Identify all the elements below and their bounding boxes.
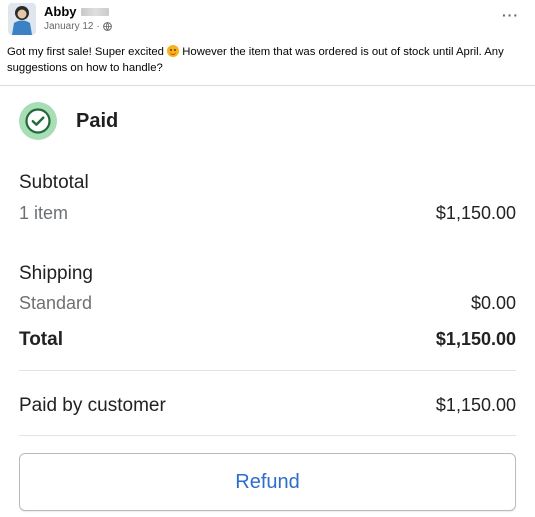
globe-icon	[102, 22, 112, 31]
shipping-amount: $0.00	[470, 293, 516, 313]
shipping-row: Standard $0.00	[19, 293, 516, 314]
subtotal-amount: $1,150.00	[435, 203, 516, 223]
paid-by-customer-label: Paid by customer	[19, 395, 166, 416]
post-date[interactable]: January 12	[44, 21, 93, 32]
payment-status: Paid	[19, 102, 118, 140]
check-circle-icon	[19, 102, 57, 140]
divider	[19, 370, 516, 371]
post-text-part-1: Got my first sale! Super excited	[7, 46, 168, 58]
item-count: 1 item	[19, 203, 69, 223]
more-icon[interactable]: ···	[502, 8, 519, 22]
meta-separator: ·	[96, 21, 100, 32]
author-label[interactable]: Abby	[44, 4, 77, 19]
divider	[19, 435, 516, 436]
total-label: Total	[19, 329, 63, 350]
post-text: Got my first sale! Super excited However…	[7, 44, 527, 76]
blurred-surname	[80, 7, 109, 16]
paid-amount: $1,150.00	[435, 395, 516, 415]
subtotal-row: 1 item $1,150.00	[19, 203, 516, 224]
total-row: Total $1,150.00	[19, 329, 516, 351]
status-label: Paid	[76, 109, 119, 132]
avatar[interactable]	[8, 3, 36, 35]
order-payment-card: Paid Subtotal 1 item $1,150.00 Shipping …	[0, 85, 535, 517]
shipping-heading-row: Shipping	[19, 263, 516, 285]
shipping-label: Shipping	[19, 263, 93, 284]
refund-button[interactable]: Refund	[19, 453, 516, 511]
paid-by-customer-row: Paid by customer $1,150.00	[19, 395, 516, 417]
subtotal-heading-row: Subtotal	[19, 172, 516, 194]
post-meta: January 12 ·	[44, 21, 112, 32]
total-amount: $1,150.00	[435, 329, 516, 349]
subtotal-label: Subtotal	[19, 172, 89, 193]
shipping-method: Standard	[19, 293, 93, 313]
emoji-icon	[167, 45, 180, 57]
facebook-post: Abby January 12 · ··· Got my first sale!…	[0, 0, 535, 517]
author-name[interactable]: Abby	[44, 4, 109, 19]
